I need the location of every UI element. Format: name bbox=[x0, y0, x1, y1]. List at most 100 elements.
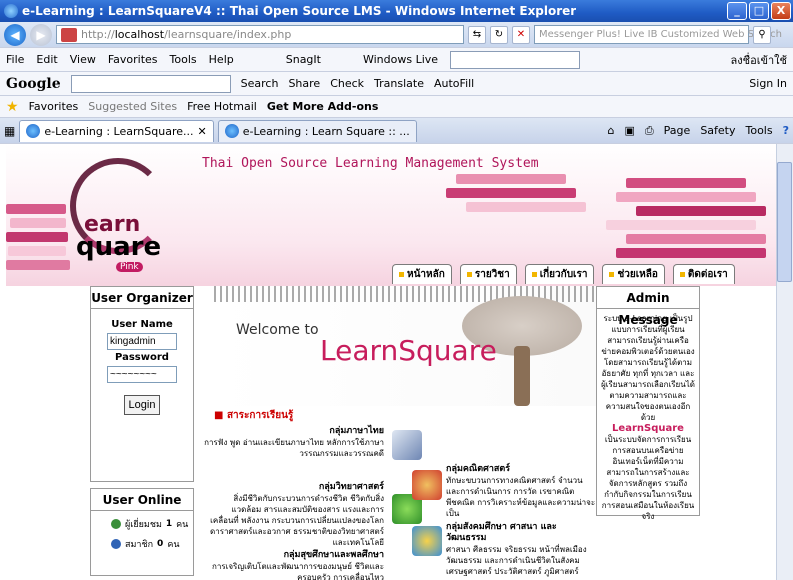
tab-close-icon[interactable]: ✕ bbox=[198, 125, 207, 138]
page-icon bbox=[61, 27, 77, 42]
admin-message-box: Admin Message ระบบ e-Learning เป็นรูปแบบ… bbox=[596, 286, 700, 521]
compat-view-button[interactable]: ⇆ bbox=[468, 25, 486, 44]
category-thai[interactable]: กลุ่มภาษาไทย การฟัง พูด อ่านและเขียนภาษา… bbox=[204, 426, 384, 459]
thai-book-icon bbox=[392, 430, 422, 460]
right-column: Admin Message ระบบ e-Learning เป็นรูปแบบ… bbox=[596, 286, 700, 580]
search-icon[interactable]: ⚲ bbox=[753, 25, 771, 44]
help-icon[interactable]: ? bbox=[783, 124, 789, 137]
site-banner: earn quare Pink Thai Open Source Learnin… bbox=[6, 144, 776, 286]
google-share-button[interactable]: Share bbox=[288, 77, 320, 90]
welcome-banner: Welcome to LearnSquare bbox=[214, 286, 598, 406]
site-nav: หน้าหลัก รายวิชา เกี่ยวกับเรา ช่วยเหลือ … bbox=[392, 264, 735, 284]
user-online-title: User Online bbox=[91, 489, 193, 511]
forward-button[interactable]: ▶ bbox=[30, 23, 52, 46]
favorites-star-icon[interactable]: ★ bbox=[6, 99, 19, 115]
quick-tabs-icon[interactable]: ▦ bbox=[4, 124, 15, 138]
section-title: ■ สาระการเรียนรู้ bbox=[214, 410, 294, 421]
tools-menu[interactable]: Tools bbox=[746, 124, 773, 137]
vertical-scrollbar[interactable] bbox=[776, 144, 793, 580]
category-desc: สิ่งมีชีวิตกับกระบวนการดำรงชีวิต ชีวิตกั… bbox=[210, 494, 384, 547]
category-title: กลุ่มสุขศึกษาและพลศึกษา bbox=[283, 550, 384, 560]
category-title: กลุ่มคณิตศาสตร์ bbox=[446, 464, 511, 474]
admin-brand: LearnSquare bbox=[612, 423, 684, 434]
menu-view[interactable]: View bbox=[70, 53, 96, 66]
login-button[interactable]: Login bbox=[124, 395, 160, 415]
guests-count: 1 bbox=[165, 519, 173, 529]
tab-1-label: e-Learning : LearnSquare... bbox=[44, 124, 194, 138]
admin-message-title: Admin Message bbox=[597, 287, 699, 327]
learnsquare-logo[interactable]: earn quare Pink bbox=[56, 154, 176, 274]
web-search-field[interactable]: Messenger Plus! Live IB Customized Web S… bbox=[534, 25, 782, 44]
snagit-button[interactable]: SnagIt bbox=[286, 53, 321, 66]
nav-help-label: ช่วยเหลือ bbox=[617, 269, 658, 280]
url-host: localhost bbox=[114, 28, 165, 41]
home-icon[interactable]: ⌂ bbox=[607, 124, 614, 137]
refresh-icon[interactable]: ↻ bbox=[490, 25, 508, 44]
category-title: กลุ่มสังคมศึกษา ศาสนา และวัฒนธรรม bbox=[446, 522, 557, 543]
logo-square: quare bbox=[76, 232, 162, 262]
windows-live-button[interactable]: Windows Live bbox=[363, 53, 438, 66]
menu-edit[interactable]: Edit bbox=[36, 53, 57, 66]
safety-menu[interactable]: Safety bbox=[700, 124, 735, 137]
fav-free-hotmail[interactable]: Free Hotmail bbox=[187, 100, 257, 113]
category-science[interactable]: กลุ่มวิทยาศาสตร์ สิ่งมีชีวิตกับกระบวนการ… bbox=[204, 482, 384, 548]
title-bar: e-Learning : LearnSquareV4 :: Thai Open … bbox=[0, 0, 793, 22]
members-unit: คน bbox=[167, 540, 180, 550]
nav-help[interactable]: ช่วยเหลือ bbox=[602, 264, 665, 284]
username-input[interactable] bbox=[107, 333, 177, 350]
menu-help[interactable]: Help bbox=[209, 53, 234, 66]
google-translate-button[interactable]: Translate bbox=[374, 77, 424, 90]
tab-strip: ▦ e-Learning : LearnSquare... ✕ e-Learni… bbox=[0, 118, 793, 144]
minimize-button[interactable]: _ bbox=[727, 2, 747, 20]
scrollbar-thumb[interactable] bbox=[777, 162, 792, 282]
math-symbols-icon bbox=[412, 470, 442, 500]
admin-text-1: ระบบ e-Learning เป็นรูปแบบการเรียนที่ผู้… bbox=[601, 314, 695, 422]
stop-icon[interactable]: ✕ bbox=[512, 25, 530, 44]
logo-pink: Pink bbox=[116, 262, 143, 272]
fav-suggested-sites[interactable]: Suggested Sites bbox=[88, 100, 177, 113]
feeds-icon[interactable]: ▣ bbox=[624, 124, 634, 137]
left-column: User Organizer User Name Password Login … bbox=[90, 286, 194, 580]
category-desc: การฟัง พูด อ่านและเขียนภาษาไทย หลักการใช… bbox=[204, 438, 384, 458]
nav-home[interactable]: หน้าหลัก bbox=[392, 264, 452, 284]
favorites-label[interactable]: Favorites bbox=[29, 100, 79, 113]
tab-learnsquare-1[interactable]: e-Learning : LearnSquare... ✕ bbox=[19, 119, 214, 142]
back-button[interactable]: ◀ bbox=[4, 23, 26, 46]
category-desc: ทักษะขบวนการทางคณิตศาสตร์ จำนวนและการดำเ… bbox=[446, 476, 596, 518]
google-search-field[interactable] bbox=[70, 74, 231, 93]
menu-tools[interactable]: Tools bbox=[170, 53, 197, 66]
category-math[interactable]: กลุ่มคณิตศาสตร์ ทักษะขบวนการทางคณิตศาสตร… bbox=[446, 464, 596, 519]
category-title: กลุ่มภาษาไทย bbox=[329, 426, 384, 436]
nav-about-label: เกี่ยวกับเรา bbox=[539, 269, 588, 280]
url-path: /learnsquare/index.php bbox=[164, 28, 292, 41]
nav-home-label: หน้าหลัก bbox=[407, 269, 445, 280]
nav-about[interactable]: เกี่ยวกับเรา bbox=[524, 264, 595, 284]
category-health[interactable]: กลุ่มสุขศึกษาและพลศึกษา การเจริญเติบโตแล… bbox=[204, 550, 384, 580]
windows-live-search[interactable] bbox=[450, 50, 581, 69]
ie-icon bbox=[4, 4, 18, 18]
print-icon[interactable]: ⎙ bbox=[645, 124, 654, 138]
nav-courses[interactable]: รายวิชา bbox=[459, 264, 517, 284]
google-autofill-button[interactable]: AutoFill bbox=[434, 77, 474, 90]
nav-contact-label: ติดต่อเรา bbox=[687, 269, 728, 280]
ie-tab-icon bbox=[26, 124, 41, 138]
ie-tab-icon bbox=[224, 124, 239, 138]
google-check-button[interactable]: Check bbox=[330, 77, 364, 90]
menu-file[interactable]: File bbox=[6, 53, 24, 66]
fav-get-more-addons[interactable]: Get More Add-ons bbox=[267, 100, 379, 113]
maximize-button[interactable]: □ bbox=[749, 2, 769, 20]
password-input[interactable] bbox=[107, 366, 177, 383]
category-social[interactable]: กลุ่มสังคมศึกษา ศาสนา และวัฒนธรรม ศาสนา … bbox=[446, 522, 596, 577]
tab-learnsquare-2[interactable]: e-Learning : Learn Square :: ... bbox=[217, 119, 417, 142]
close-button[interactable]: X bbox=[771, 2, 791, 20]
menu-favorites[interactable]: Favorites bbox=[108, 53, 158, 66]
google-search-button[interactable]: Search bbox=[241, 77, 279, 90]
signin-thai-link[interactable]: ลงชื่อเข้าใช้ bbox=[731, 51, 787, 69]
address-field[interactable]: http://localhost/learnsquare/index.php bbox=[56, 25, 464, 44]
nav-contact[interactable]: ติดต่อเรา bbox=[672, 264, 735, 284]
guests-label: ผู้เยี่ยมชม bbox=[125, 520, 162, 530]
google-signin-link[interactable]: Sign In bbox=[749, 77, 787, 90]
google-toolbar: Google Search Share Check Translate Auto… bbox=[0, 72, 793, 96]
page-menu[interactable]: Page bbox=[664, 124, 691, 137]
favorites-bar: ★ Favorites Suggested Sites Free Hotmail… bbox=[0, 96, 793, 118]
